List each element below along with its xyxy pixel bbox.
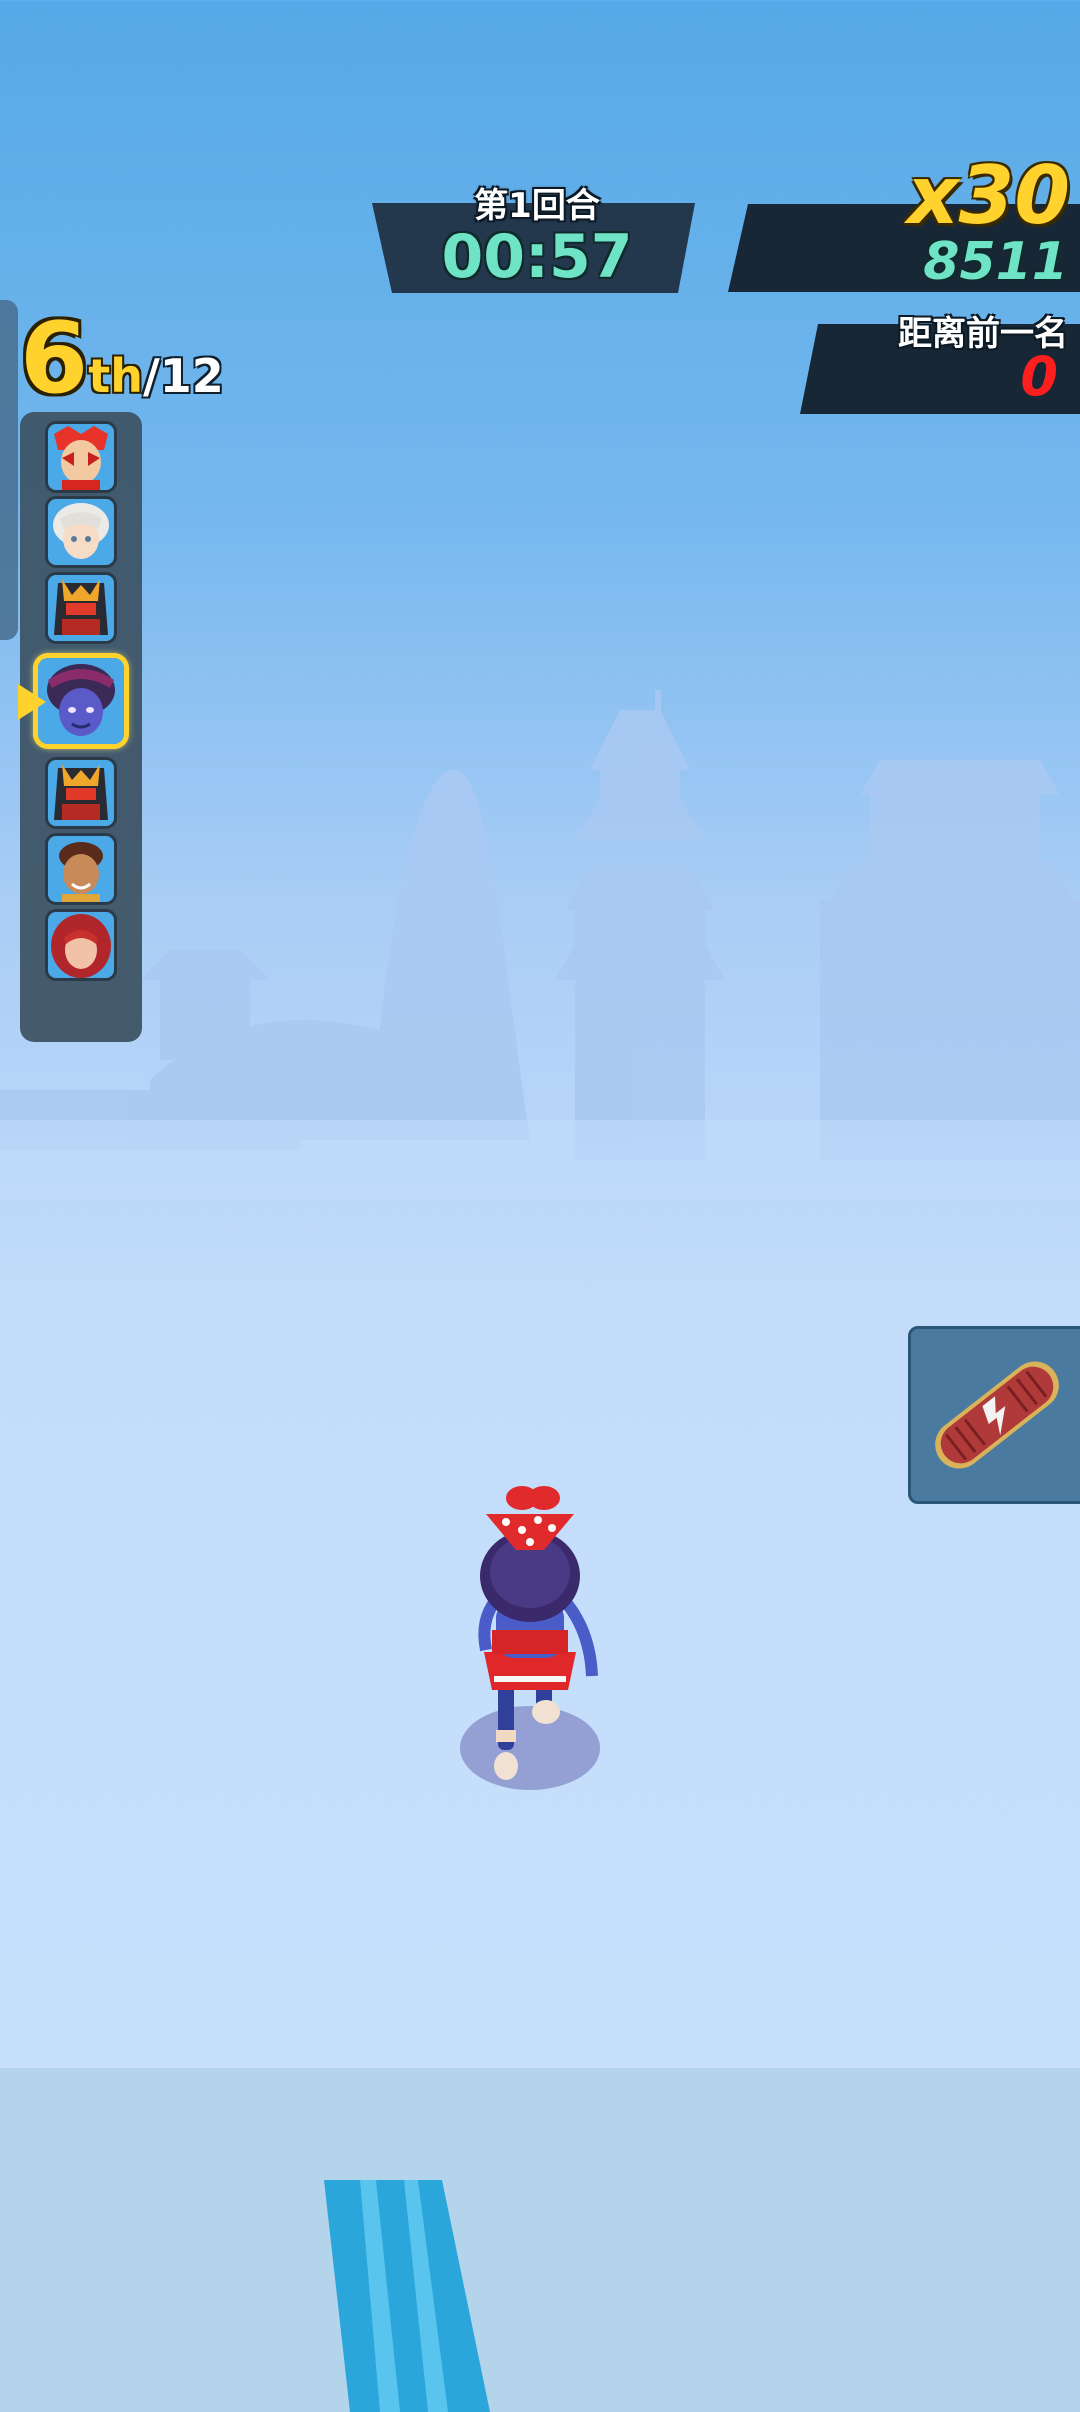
racer-avatar-3 (48, 575, 114, 641)
racer-avatar-4-current (38, 658, 124, 744)
round-timer: 00:57 (441, 222, 633, 292)
racer-1-red-face-icon (48, 424, 114, 490)
rank-suffix: th (88, 349, 143, 403)
racer-avatar-7 (48, 912, 114, 978)
round-label: 第1回合 (474, 186, 600, 226)
player-character (460, 1486, 600, 1790)
score-value: 8511 (923, 232, 1068, 292)
combo-multiplier: x30 (907, 149, 1070, 242)
background-skyline (0, 690, 1080, 1200)
skateboard-icon (935, 1361, 1059, 1469)
gap-value: 0 (1020, 345, 1058, 408)
skateboard-item-button[interactable] (908, 1326, 1080, 1504)
rank-display: 6th/12 (20, 310, 224, 420)
ground (0, 2068, 1080, 2412)
track-rail (324, 2180, 490, 2412)
racer-7-red-hair-icon (48, 912, 114, 978)
racer-5-armored-helmet-icon (48, 760, 114, 826)
side-drawer-handle[interactable] (0, 300, 18, 640)
racer-avatar-1 (48, 424, 114, 490)
current-player-pointer-icon (18, 684, 46, 720)
racer-avatar-2 (48, 499, 114, 565)
rank-position: 6 (20, 302, 89, 416)
rank-total: /12 (142, 349, 224, 403)
racer-avatar-5 (48, 760, 114, 826)
racer-2-white-hair-icon (48, 499, 114, 565)
racer-3-armored-helmet-icon (48, 575, 114, 641)
racer-avatar-6 (48, 836, 114, 902)
racer-6-brown-boy-icon (48, 836, 114, 902)
racer-4-purple-girl-icon (38, 658, 124, 744)
